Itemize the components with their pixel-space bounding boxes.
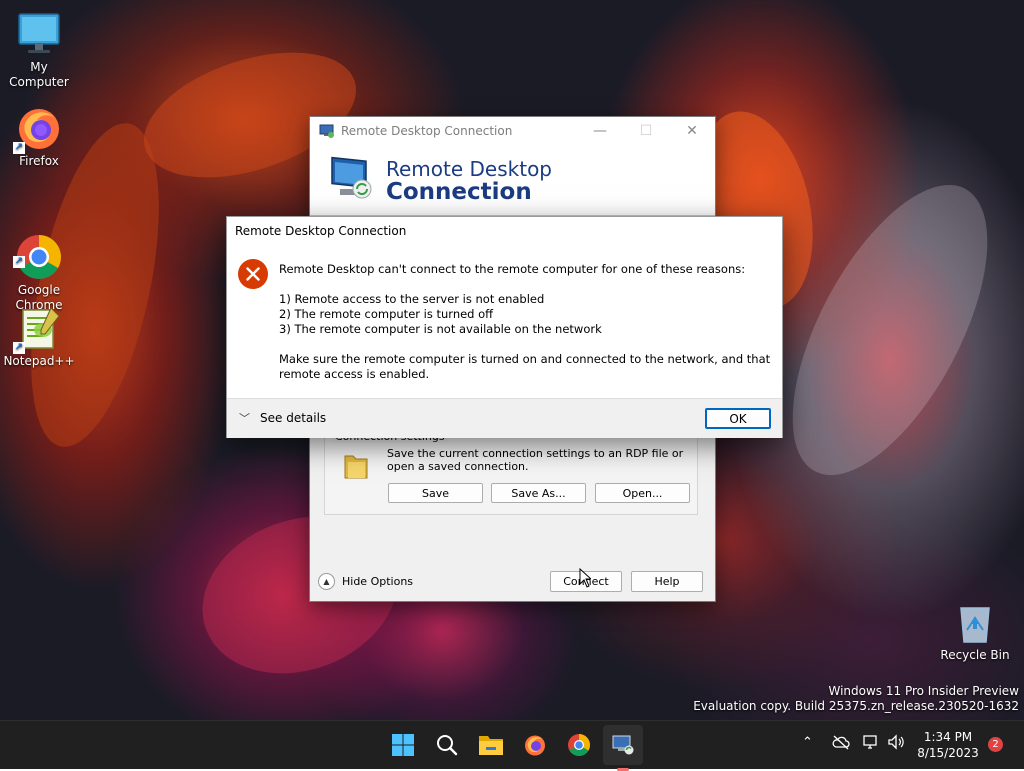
file-explorer-icon — [479, 736, 503, 755]
shortcut-arrow-icon: ↗ — [13, 256, 25, 268]
ok-button[interactable]: OK — [705, 408, 771, 429]
chevron-down-icon: ﹀ — [239, 412, 250, 425]
show-hidden-icons-button[interactable]: ⌃ — [802, 735, 813, 750]
start-button[interactable] — [387, 729, 419, 761]
network-tray-button[interactable] — [862, 734, 880, 754]
watermark-line2: Evaluation copy. Build 25375.zn_release.… — [693, 699, 1019, 713]
desktop-icon-label: Notepad++ — [3, 354, 75, 368]
error-dialog: Remote Desktop Connection Remote Desktop… — [226, 216, 783, 438]
chevron-up-icon: ▲ — [318, 573, 335, 590]
desktop-icon-firefox[interactable]: ↗ Firefox — [1, 104, 77, 169]
see-details-label: See details — [260, 411, 327, 425]
error-reason: 3) The remote computer is not available … — [279, 322, 602, 336]
taskbar-search-button[interactable] — [431, 729, 463, 761]
volume-tray-button[interactable] — [887, 734, 905, 754]
shortcut-arrow-icon: ↗ — [13, 142, 25, 154]
clock-date: 8/15/2023 — [917, 746, 979, 760]
error-message-intro: Remote Desktop can't connect to the remo… — [279, 262, 746, 276]
save-as-button[interactable]: Save As... — [491, 483, 586, 503]
desktop-icon-notepadpp[interactable]: ↗ Notepad++ — [1, 304, 77, 369]
help-button[interactable]: Help — [631, 571, 703, 592]
taskbar-remote-desktop[interactable] — [603, 725, 643, 771]
clock-time: 1:34 PM — [923, 730, 973, 744]
start-icon — [392, 734, 414, 756]
see-details-toggle[interactable]: ﹀ See details — [239, 410, 326, 426]
onedrive-tray-button[interactable] — [832, 734, 850, 754]
network-icon — [863, 735, 877, 749]
window-title: Remote Desktop Connection — [341, 124, 513, 138]
notification-badge[interactable]: 2 — [988, 737, 1003, 752]
remote-desktop-banner-icon — [331, 156, 372, 199]
window-banner: Remote Desktop Connection — [310, 145, 715, 216]
shortcut-arrow-icon: ↗ — [13, 342, 25, 354]
firefox-icon — [525, 735, 545, 756]
os-watermark: Windows 11 Pro Insider Preview Evaluatio… — [693, 684, 1019, 714]
error-message-outro: Make sure the remote computer is turned … — [279, 352, 771, 381]
taskbar-chrome[interactable] — [563, 729, 595, 761]
window-titlebar[interactable]: Remote Desktop Connection — ☐ ✕ — [310, 117, 715, 145]
error-reason: 1) Remote access to the server is not en… — [279, 292, 545, 306]
maximize-icon: ☐ — [639, 123, 653, 139]
dialog-footer: ﹀ See details OK — [227, 398, 782, 438]
error-message: Remote Desktop can't connect to the remo… — [279, 262, 774, 382]
minimize-button[interactable]: — — [577, 117, 623, 145]
taskbar: ⌃ 1:34 PM 8/15/2023 2 — [0, 720, 1024, 771]
taskbar-firefox[interactable] — [519, 729, 551, 761]
desktop-icon-my-computer[interactable]: My Computer — [1, 10, 77, 90]
taskbar-file-explorer[interactable] — [475, 729, 507, 761]
connection-settings-group: Connection settings Save the current con… — [324, 430, 698, 515]
hide-options-label: Hide Options — [342, 575, 414, 588]
banner-title-line1: Remote Desktop — [386, 157, 553, 181]
watermark-line1: Windows 11 Pro Insider Preview — [828, 684, 1019, 698]
error-icon — [238, 259, 268, 289]
taskbar-clock[interactable]: 1:34 PM 8/15/2023 — [912, 729, 984, 761]
recycle-bin-icon — [951, 598, 999, 646]
dialog-title: Remote Desktop Connection — [235, 224, 407, 238]
error-reason: 2) The remote computer is turned off — [279, 307, 494, 321]
chrome-icon: ↗ — [13, 218, 63, 279]
window-footer: ▲ Hide Options Connect Help — [310, 567, 715, 601]
speaker-icon — [888, 734, 904, 750]
mouse-cursor-icon — [579, 568, 591, 588]
save-button[interactable]: Save — [388, 483, 483, 503]
chevron-up-icon: ⌃ — [802, 735, 813, 750]
desktop-icon-label: My Computer — [9, 60, 69, 89]
banner-title-line2: Connection — [386, 179, 532, 205]
desktop-icon-label: Firefox — [19, 154, 59, 168]
hide-options-toggle[interactable]: ▲ Hide Options — [318, 573, 413, 590]
monitor-icon — [15, 10, 63, 58]
notepadpp-icon: ↗ — [13, 304, 63, 354]
search-icon — [437, 735, 458, 756]
remote-desktop-icon — [319, 124, 334, 138]
chrome-icon — [568, 734, 590, 756]
close-button[interactable]: ✕ — [669, 117, 715, 145]
remote-desktop-icon — [612, 735, 634, 755]
cloud-offline-icon — [832, 735, 850, 750]
minimize-icon: — — [593, 123, 607, 139]
desktop-icon-recycle-bin[interactable]: Recycle Bin — [937, 598, 1013, 663]
open-button[interactable]: Open... — [595, 483, 690, 503]
connection-settings-description: Save the current connection settings to … — [387, 447, 684, 473]
maximize-button[interactable]: ☐ — [623, 117, 669, 145]
firefox-icon: ↗ — [13, 104, 63, 154]
folder-icon — [344, 455, 368, 479]
close-icon: ✕ — [686, 123, 698, 139]
desktop-icon-label: Recycle Bin — [940, 648, 1010, 662]
